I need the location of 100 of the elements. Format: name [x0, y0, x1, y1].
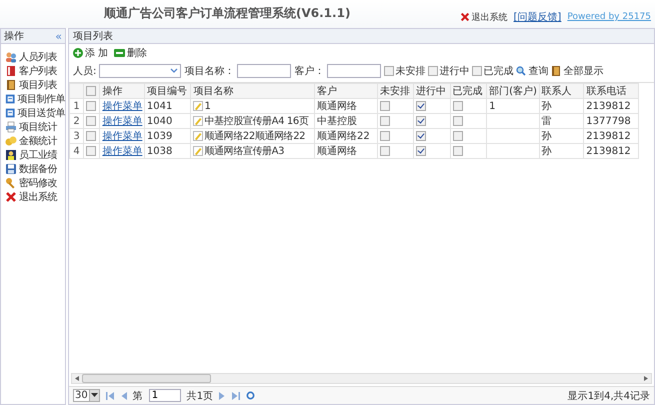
checkbox[interactable]	[452, 100, 463, 111]
table-cell: 孙	[539, 144, 584, 158]
search-button[interactable]: 查询	[516, 64, 548, 78]
table-cell: 雷	[539, 114, 584, 128]
row-checkbox[interactable]	[86, 146, 96, 156]
checkbox[interactable]	[472, 66, 482, 76]
project-name-field[interactable]	[237, 64, 292, 78]
customer-field[interactable]	[327, 64, 382, 78]
sidebar-item[interactable]: 人员列表	[19, 50, 57, 64]
column-header: 已完成	[450, 84, 487, 98]
sidebar-item[interactable]: 项目统计	[19, 120, 57, 134]
table-cell: 中基控股宣传册A4 16页	[204, 114, 308, 128]
table-cell: 1041	[144, 98, 191, 114]
table-cell: 1	[204, 100, 210, 112]
sidebar-item[interactable]: 项目制作单	[18, 92, 65, 106]
row-checkbox[interactable]	[86, 130, 96, 141]
table-cell: 顺通网络	[314, 144, 378, 158]
checkbox[interactable]	[380, 100, 390, 111]
table-cell: 1040	[144, 114, 191, 128]
panel-title: 项目列表	[73, 30, 113, 43]
coins-icon	[5, 134, 17, 146]
column-header: 项目名称	[190, 84, 314, 98]
checkbox[interactable]	[384, 66, 394, 76]
close-icon	[460, 12, 470, 22]
delete-button[interactable]: 删除	[114, 46, 148, 60]
first-page-icon[interactable]	[106, 392, 115, 400]
last-page-icon[interactable]	[231, 392, 240, 400]
checkbox[interactable]	[380, 146, 390, 156]
column-header: 操作	[100, 84, 144, 98]
sidebar-item[interactable]: 退出系统	[19, 190, 57, 204]
sidebar-item[interactable]: 员工业绩	[19, 148, 57, 162]
checkbox[interactable]	[380, 130, 390, 141]
page-size-select[interactable]: 30	[73, 389, 100, 402]
feedback-link[interactable]: [问题反馈]	[514, 10, 562, 24]
row-number: 3	[70, 128, 84, 144]
checkbox[interactable]	[416, 146, 426, 156]
scroll-left-icon[interactable]	[75, 376, 79, 381]
table-cell: 1039	[144, 128, 191, 144]
table-cell: 孙	[539, 98, 584, 114]
checkbox-label: 已完成	[483, 64, 514, 78]
people-icon	[5, 50, 17, 62]
pencil-note-icon	[193, 146, 204, 156]
document-icon	[5, 92, 16, 104]
customer-label: 客户：	[294, 64, 324, 78]
person-icon	[5, 148, 17, 160]
select-all-checkbox[interactable]	[86, 86, 96, 96]
book-icon	[5, 64, 17, 76]
add-button[interactable]: 添 加	[73, 46, 108, 60]
page-number-field[interactable]: 1	[148, 389, 181, 402]
row-checkbox[interactable]	[86, 116, 96, 126]
sidebar-item[interactable]: 项目列表	[19, 78, 57, 92]
book-icon	[551, 66, 562, 76]
sidebar-item[interactable]: 数据备份	[19, 162, 57, 176]
table-cell: 孙	[539, 128, 584, 144]
app-title: 顺通广告公司客户订单流程管理系统(V6.1.1)	[104, 5, 350, 22]
printer-icon	[5, 120, 17, 132]
table-cell: 2139812	[584, 128, 638, 144]
sidebar-item[interactable]: 项目送货单	[18, 106, 65, 120]
checkbox[interactable]	[416, 130, 426, 141]
column-header: 部门(客户)	[486, 84, 540, 98]
search-icon	[516, 66, 526, 76]
checkbox[interactable]	[452, 146, 463, 156]
plus-icon	[73, 48, 83, 58]
checkbox[interactable]	[380, 116, 390, 126]
table-cell: 2139812	[584, 98, 638, 114]
record-summary: 显示1到4,共4记录	[568, 390, 650, 402]
checkbox-label: 进行中	[439, 64, 470, 78]
column-header: 项目编号	[144, 84, 191, 98]
scroll-right-icon[interactable]	[644, 376, 648, 381]
horizontal-scrollbar[interactable]	[71, 373, 652, 384]
checkbox[interactable]	[452, 116, 463, 126]
row-number: 4	[70, 144, 84, 158]
page-prefix: 第	[132, 390, 143, 402]
table-cell: 顺通网络22	[314, 128, 378, 144]
row-number: 1	[70, 98, 84, 114]
pencil-note-icon	[193, 116, 204, 126]
table-cell: 顺通网络22顺通网络22	[204, 130, 306, 142]
show-all-button[interactable]: 全部显示	[551, 64, 604, 78]
book-icon	[5, 78, 17, 90]
checkbox[interactable]	[416, 116, 426, 126]
previous-page-icon[interactable]	[120, 392, 127, 400]
sidebar-item[interactable]: 密码修改	[19, 176, 57, 190]
checkbox[interactable]	[428, 66, 438, 76]
row-checkbox[interactable]	[86, 100, 96, 111]
column-header: 未安排	[377, 84, 414, 98]
project-name-label: 项目名称：	[184, 65, 234, 78]
sidebar-item[interactable]: 客户列表	[19, 64, 57, 78]
checkbox[interactable]	[452, 130, 463, 141]
checkbox[interactable]	[416, 100, 426, 111]
checkbox-label: 未安排	[395, 64, 426, 78]
sidebar-item[interactable]: 金额统计	[19, 134, 57, 148]
sidebar-title: 操作	[4, 30, 24, 43]
column-header: 联系电话	[584, 84, 638, 98]
person-select[interactable]	[99, 64, 182, 78]
logout-link[interactable]: 退出系统	[460, 10, 508, 24]
next-page-icon[interactable]	[219, 392, 226, 400]
table-cell: 1038	[144, 144, 191, 158]
pencil-note-icon	[193, 131, 204, 141]
refresh-icon[interactable]	[246, 391, 256, 400]
table-cell: 1377798	[584, 114, 638, 128]
